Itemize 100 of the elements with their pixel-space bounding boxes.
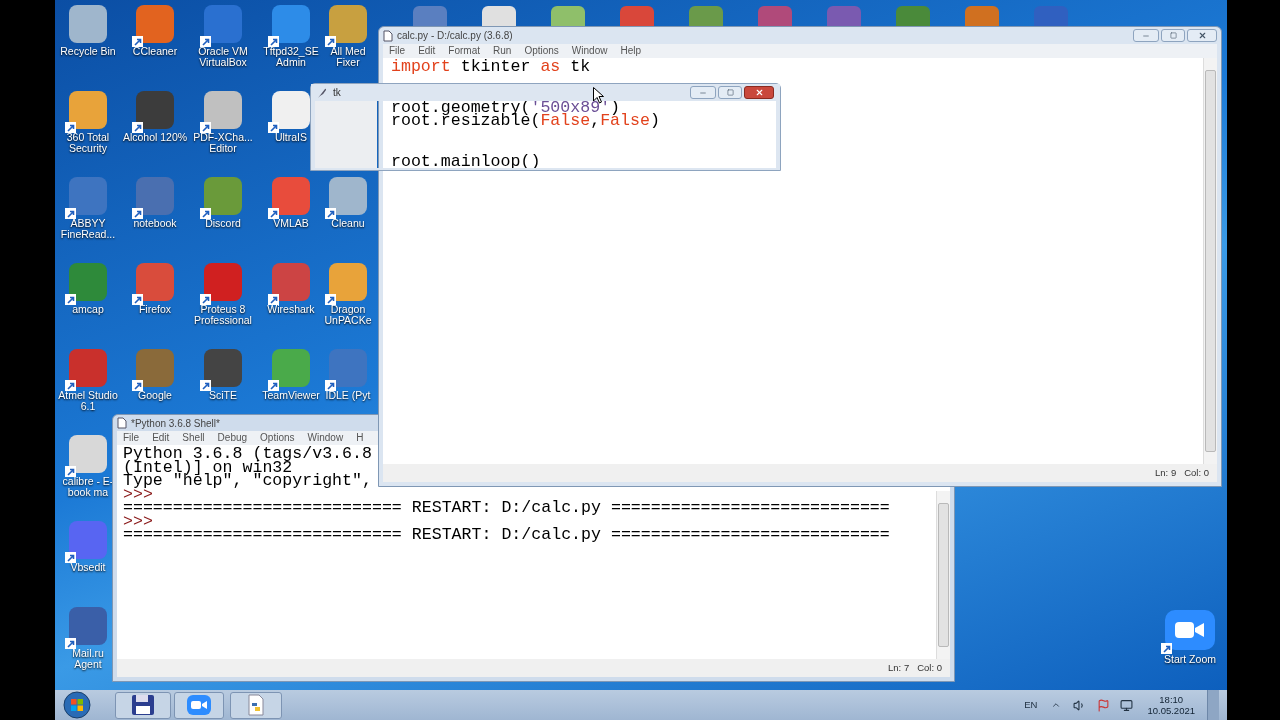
menu-item[interactable]: File <box>389 45 406 57</box>
shortcut-arrow-icon <box>200 122 211 133</box>
icon-label: calibre - E-book ma <box>62 476 114 498</box>
code-line: import tkinter as tk <box>391 60 591 74</box>
menu-item[interactable]: Shell <box>182 432 205 444</box>
icon-label: PDF-XCha... Editor <box>192 132 254 154</box>
document-icon <box>117 417 127 429</box>
shortcut-arrow-icon <box>65 552 76 563</box>
icon-label: Proteus 8 Professional <box>193 304 253 326</box>
shortcut-arrow-icon <box>325 208 336 219</box>
maximize-icon <box>1169 32 1177 39</box>
icon-label: Start Zoom <box>1164 654 1216 665</box>
menu-item[interactable]: Run <box>493 45 512 57</box>
shortcut-arrow-icon <box>200 208 211 219</box>
close-icon <box>754 88 764 97</box>
icon-label: notebook <box>133 218 177 229</box>
scrollbar[interactable] <box>936 491 950 659</box>
shortcut-arrow-icon <box>65 294 76 305</box>
icon-label: Vbsedit <box>70 562 106 573</box>
shell-line: Type "help", "copyright", <box>123 474 372 488</box>
icon-label: Recycle Bin <box>60 46 116 57</box>
maximize-button[interactable] <box>718 86 742 99</box>
maximize-button[interactable] <box>1161 29 1185 42</box>
taskbar-button[interactable] <box>115 691 171 719</box>
menu-item[interactable]: Options <box>524 45 559 57</box>
flag-icon[interactable] <box>1097 698 1111 712</box>
icon-label: Google <box>138 390 172 401</box>
shortcut-arrow-icon <box>268 380 279 391</box>
shortcut-arrow-icon <box>132 294 143 305</box>
document-icon <box>383 29 393 42</box>
icon-label: amcap <box>72 304 104 315</box>
menu-item[interactable]: Edit <box>418 45 436 57</box>
icon-label: Atmel Studio 6.1 <box>57 390 119 412</box>
shell-line: ============================ RESTART: D:/calc.py ============================ <box>123 528 890 542</box>
icon-label: SciTE <box>209 390 237 401</box>
shortcut-arrow-icon <box>268 208 279 219</box>
shortcut-arrow-icon <box>1161 643 1172 654</box>
shell-line: >>> <box>123 514 153 528</box>
code-line: root.mainloop() <box>391 154 541 168</box>
network-icon[interactable] <box>1120 698 1134 712</box>
close-button[interactable] <box>744 86 774 99</box>
shortcut-arrow-icon <box>65 466 76 477</box>
icon-label: CCleaner <box>132 46 178 57</box>
feather-icon <box>317 86 327 99</box>
menu-item[interactable]: Debug <box>217 432 248 444</box>
start-orb-icon[interactable] <box>63 691 91 719</box>
shortcut-arrow-icon <box>132 380 143 391</box>
status-text: Ln: 9 <box>1155 465 1177 480</box>
icon-label: Alcohol 120% <box>122 132 188 143</box>
show-hidden-icons-icon[interactable] <box>1051 700 1062 710</box>
shortcut-arrow-icon <box>65 380 76 391</box>
icon-label: ABBYY FineRead... <box>59 218 117 240</box>
icon-label: IDLE (Pyt <box>325 390 371 401</box>
menu-item[interactable]: Window <box>307 432 344 444</box>
icon-label: Firefox <box>138 304 172 315</box>
icon-label: Tftpd32_SE Admin <box>262 46 320 68</box>
menu-item[interactable]: File <box>123 432 140 444</box>
window-title: tk <box>333 86 341 100</box>
minimize-button[interactable] <box>690 86 716 99</box>
menu-item[interactable]: Edit <box>152 432 170 444</box>
video-camera-icon <box>1175 621 1205 639</box>
shortcut-arrow-icon <box>325 294 336 305</box>
clock-date[interactable]: 10.05.2021 <box>1147 705 1195 716</box>
shortcut-arrow-icon <box>132 122 143 133</box>
shortcut-arrow-icon <box>65 208 76 219</box>
maximize-icon <box>726 89 734 96</box>
icon-label: 360 Total Security <box>65 132 111 154</box>
icon-label: Mail.ru Agent <box>71 648 105 670</box>
shell-line: ============================ RESTART: D:/calc.py ============================ <box>123 501 890 515</box>
menu-item[interactable]: H <box>356 432 364 444</box>
icon-label: Wireshark <box>267 304 315 315</box>
menu-item[interactable]: Window <box>571 45 608 57</box>
icon-label: Discord <box>205 218 241 229</box>
shell-line: (Intel)] on win32 <box>123 460 293 474</box>
python-file-icon <box>245 694 267 716</box>
shortcut-arrow-icon <box>132 208 143 219</box>
minimize-button[interactable] <box>1133 29 1159 42</box>
icon-label: TeamViewer <box>262 390 320 401</box>
shortcut-arrow-icon <box>325 36 336 47</box>
shortcut-arrow-icon <box>65 638 76 649</box>
menu-item[interactable]: Format <box>448 45 481 57</box>
app-icon[interactable] <box>69 5 107 43</box>
shell-line: Python 3.6.8 (tags/v3.6.8 <box>123 447 372 461</box>
video-camera-icon <box>187 695 211 715</box>
language-indicator[interactable]: EN <box>1024 697 1038 713</box>
menu-item[interactable]: Help <box>620 45 641 57</box>
icon-label: VMLAB <box>273 218 309 229</box>
scrollbar[interactable] <box>1203 58 1217 464</box>
icon-label: UltraIS <box>274 132 308 143</box>
status-text: Col: 0 <box>1184 465 1209 480</box>
window-client-area <box>315 101 377 168</box>
icon-label: Dragon UnPACKe <box>324 304 372 326</box>
clock-time[interactable]: 18:10 <box>1159 694 1184 705</box>
shortcut-arrow-icon <box>200 380 211 391</box>
window-title: calc.py - D:/calc.py (3.6.8) <box>397 29 513 43</box>
shortcut-arrow-icon <box>268 294 279 305</box>
close-icon <box>1197 31 1207 40</box>
status-text: Ln: 7 <box>888 660 910 675</box>
menu-item[interactable]: Options <box>260 432 295 444</box>
close-button[interactable] <box>1187 29 1217 42</box>
